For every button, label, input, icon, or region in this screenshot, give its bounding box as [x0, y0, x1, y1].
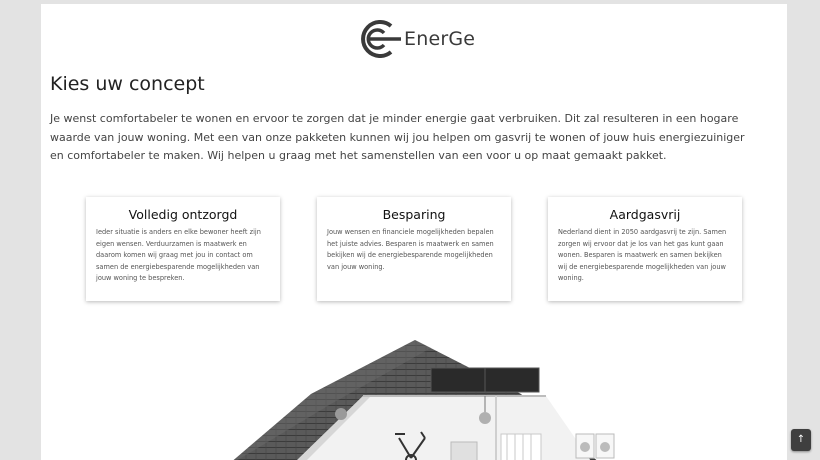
card-title: Aardgasvrij [609, 207, 681, 222]
energe-logo-icon [361, 20, 401, 58]
card-title: Volledig ontzorgd [128, 207, 238, 222]
page-content: EnerGe Kies uw concept Je wenst comforta… [41, 4, 787, 460]
scroll-to-top-button[interactable]: ↑ [791, 429, 811, 451]
intro-paragraph: Je wenst comfortabeler te wonen en ervoo… [50, 112, 745, 162]
card-text: Jouw wensen en financiele mogelijkheden … [327, 228, 494, 271]
concept-card-volledig-ontzorgd[interactable]: Volledig ontzorgd Ieder situatie is ande… [86, 197, 280, 301]
card-title: Besparing [382, 207, 446, 222]
brand-logo[interactable]: EnerGe [355, 17, 475, 61]
card-text: Ieder situatie is anders en elke bewoner… [96, 228, 261, 282]
concept-card-aardgasvrij[interactable]: Aardgasvrij Nederland dient in 2050 aard… [548, 197, 742, 301]
card-text: Nederland dient in 2050 aardgasvrij te z… [558, 228, 727, 282]
page-title: Kies uw concept [50, 73, 205, 95]
house-illustration [233, 340, 615, 460]
logo-text: EnerGe [404, 28, 476, 50]
arrow-up-icon: ↑ [796, 434, 806, 445]
concept-card-besparing[interactable]: Besparing Jouw wensen en financiele moge… [317, 197, 511, 301]
